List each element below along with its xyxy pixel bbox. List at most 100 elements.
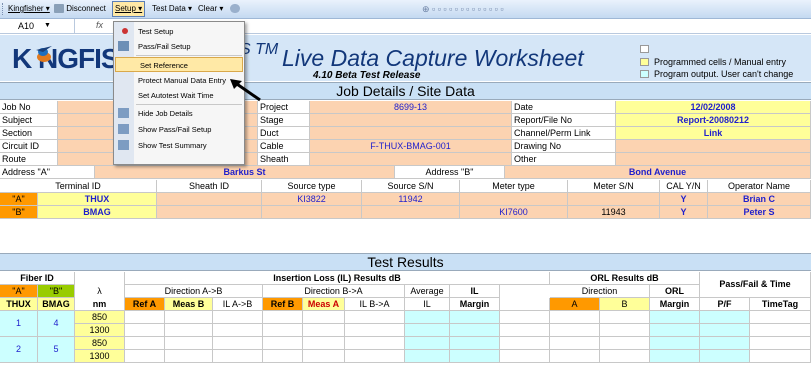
address-b-input[interactable]: Bond Avenue: [505, 166, 811, 179]
result-value-cell[interactable]: [550, 324, 600, 337]
result-value-cell[interactable]: [700, 311, 750, 324]
result-value-cell[interactable]: [263, 337, 303, 350]
result-value-cell[interactable]: [600, 311, 650, 324]
result-value-cell[interactable]: [750, 311, 811, 324]
result-value-cell[interactable]: [213, 311, 263, 324]
meter-sn-input[interactable]: [568, 193, 660, 206]
result-value-cell[interactable]: [700, 337, 750, 350]
result-value-cell[interactable]: [650, 324, 700, 337]
result-value-cell[interactable]: [303, 324, 345, 337]
result-value-cell[interactable]: [125, 350, 165, 363]
job-field-input[interactable]: [310, 114, 512, 127]
result-value-cell[interactable]: [125, 337, 165, 350]
result-value-cell[interactable]: [125, 311, 165, 324]
test-data-menu-button[interactable]: Test Data ▾: [150, 2, 194, 16]
menu-item-show-test-summary[interactable]: Show Test Summary: [114, 138, 244, 153]
fiber-b-input[interactable]: 5: [38, 337, 75, 363]
result-value-cell[interactable]: [600, 350, 650, 363]
fiber-a-input[interactable]: 2: [0, 337, 38, 363]
job-field-input[interactable]: [616, 153, 811, 166]
source-type-input[interactable]: [262, 206, 362, 219]
job-field-input[interactable]: [310, 127, 512, 140]
cal-input[interactable]: Y: [660, 193, 708, 206]
result-value-cell[interactable]: [345, 324, 405, 337]
result-value-cell[interactable]: [165, 324, 213, 337]
result-value-cell[interactable]: [750, 324, 811, 337]
job-field-input[interactable]: [616, 140, 811, 153]
job-field-input[interactable]: Report-20080212: [616, 114, 811, 127]
result-value-cell[interactable]: [450, 350, 500, 363]
menu-item-hide-job-details[interactable]: Hide Job Details: [114, 106, 244, 121]
job-field-input[interactable]: 12/02/2008: [616, 101, 811, 114]
result-value-cell[interactable]: [750, 337, 811, 350]
operator-name-input[interactable]: Brian C: [708, 193, 811, 206]
result-value-cell[interactable]: [550, 311, 600, 324]
excel-toolbar-icons[interactable]: ⊕ ▫ ▫ ▫ ▫ ▫ ▫ ▫ ▫ ▫ ▫ ▫ ▫ ▫: [420, 2, 506, 16]
result-value-cell[interactable]: [213, 324, 263, 337]
fiber-b-input[interactable]: 4: [38, 311, 75, 337]
result-value-cell[interactable]: [500, 350, 550, 363]
result-value-cell[interactable]: [303, 311, 345, 324]
meter-sn-input[interactable]: 11943: [568, 206, 660, 219]
result-value-cell[interactable]: [750, 350, 811, 363]
address-a-input[interactable]: Barkus St: [95, 166, 395, 179]
result-value-cell[interactable]: [550, 350, 600, 363]
result-value-cell[interactable]: [165, 311, 213, 324]
sheath-id-input[interactable]: [157, 193, 262, 206]
menu-item-protect-manual-entry[interactable]: Protect Manual Data Entry: [114, 73, 244, 88]
terminal-id-input[interactable]: THUX: [38, 193, 157, 206]
result-value-cell[interactable]: [125, 324, 165, 337]
kingfisher-menu-button[interactable]: Kingfisher ▾: [6, 2, 52, 16]
result-value-cell[interactable]: [500, 311, 550, 324]
result-value-cell[interactable]: [500, 337, 550, 350]
result-value-cell[interactable]: [165, 337, 213, 350]
cal-input[interactable]: Y: [660, 206, 708, 219]
job-field-input[interactable]: Link: [616, 127, 811, 140]
fiber-a-input[interactable]: 1: [0, 311, 38, 337]
result-value-cell[interactable]: [345, 350, 405, 363]
source-type-input[interactable]: KI3822: [262, 193, 362, 206]
job-field-input[interactable]: F-THUX-BMAG-001: [310, 140, 512, 153]
toolbar-grip[interactable]: [2, 3, 4, 15]
name-box[interactable]: A10 ▼: [0, 19, 75, 33]
result-value-cell[interactable]: [450, 311, 500, 324]
result-value-cell[interactable]: [213, 350, 263, 363]
source-sn-input[interactable]: [362, 206, 460, 219]
name-box-dropdown-icon[interactable]: ▼: [44, 19, 51, 33]
source-sn-input[interactable]: 11942: [362, 193, 460, 206]
result-value-cell[interactable]: [450, 337, 500, 350]
result-value-cell[interactable]: [650, 337, 700, 350]
result-value-cell[interactable]: [700, 324, 750, 337]
result-value-cell[interactable]: [500, 324, 550, 337]
menu-item-pass-fail-setup[interactable]: Pass/Fail Setup: [114, 39, 244, 54]
clear-menu-button[interactable]: Clear ▾: [196, 2, 225, 16]
menu-item-test-setup[interactable]: Test Setup: [114, 24, 244, 39]
result-value-cell[interactable]: [650, 350, 700, 363]
result-value-cell[interactable]: [303, 337, 345, 350]
result-value-cell[interactable]: [600, 337, 650, 350]
meter-type-input[interactable]: [460, 193, 568, 206]
result-value-cell[interactable]: [263, 324, 303, 337]
result-value-cell[interactable]: [405, 324, 450, 337]
result-value-cell[interactable]: [345, 311, 405, 324]
menu-item-show-pass-fail[interactable]: Show Pass/Fail Setup: [114, 122, 244, 137]
meter-type-input[interactable]: KI7600: [460, 206, 568, 219]
result-value-cell[interactable]: [345, 337, 405, 350]
result-value-cell[interactable]: [405, 337, 450, 350]
menu-item-set-reference[interactable]: Set Reference: [115, 57, 243, 72]
operator-name-input[interactable]: Peter S: [708, 206, 811, 219]
job-field-input[interactable]: 8699-13: [310, 101, 512, 114]
result-value-cell[interactable]: [450, 324, 500, 337]
result-value-cell[interactable]: [263, 350, 303, 363]
result-value-cell[interactable]: [263, 311, 303, 324]
result-value-cell[interactable]: [165, 350, 213, 363]
job-field-input[interactable]: [310, 153, 512, 166]
help-button[interactable]: [228, 2, 242, 16]
result-value-cell[interactable]: [303, 350, 345, 363]
setup-menu-button[interactable]: Setup ▾: [112, 1, 146, 17]
result-value-cell[interactable]: [405, 350, 450, 363]
disconnect-button[interactable]: Disconnect: [52, 2, 108, 16]
result-value-cell[interactable]: [700, 350, 750, 363]
result-value-cell[interactable]: [213, 337, 263, 350]
result-value-cell[interactable]: [600, 324, 650, 337]
